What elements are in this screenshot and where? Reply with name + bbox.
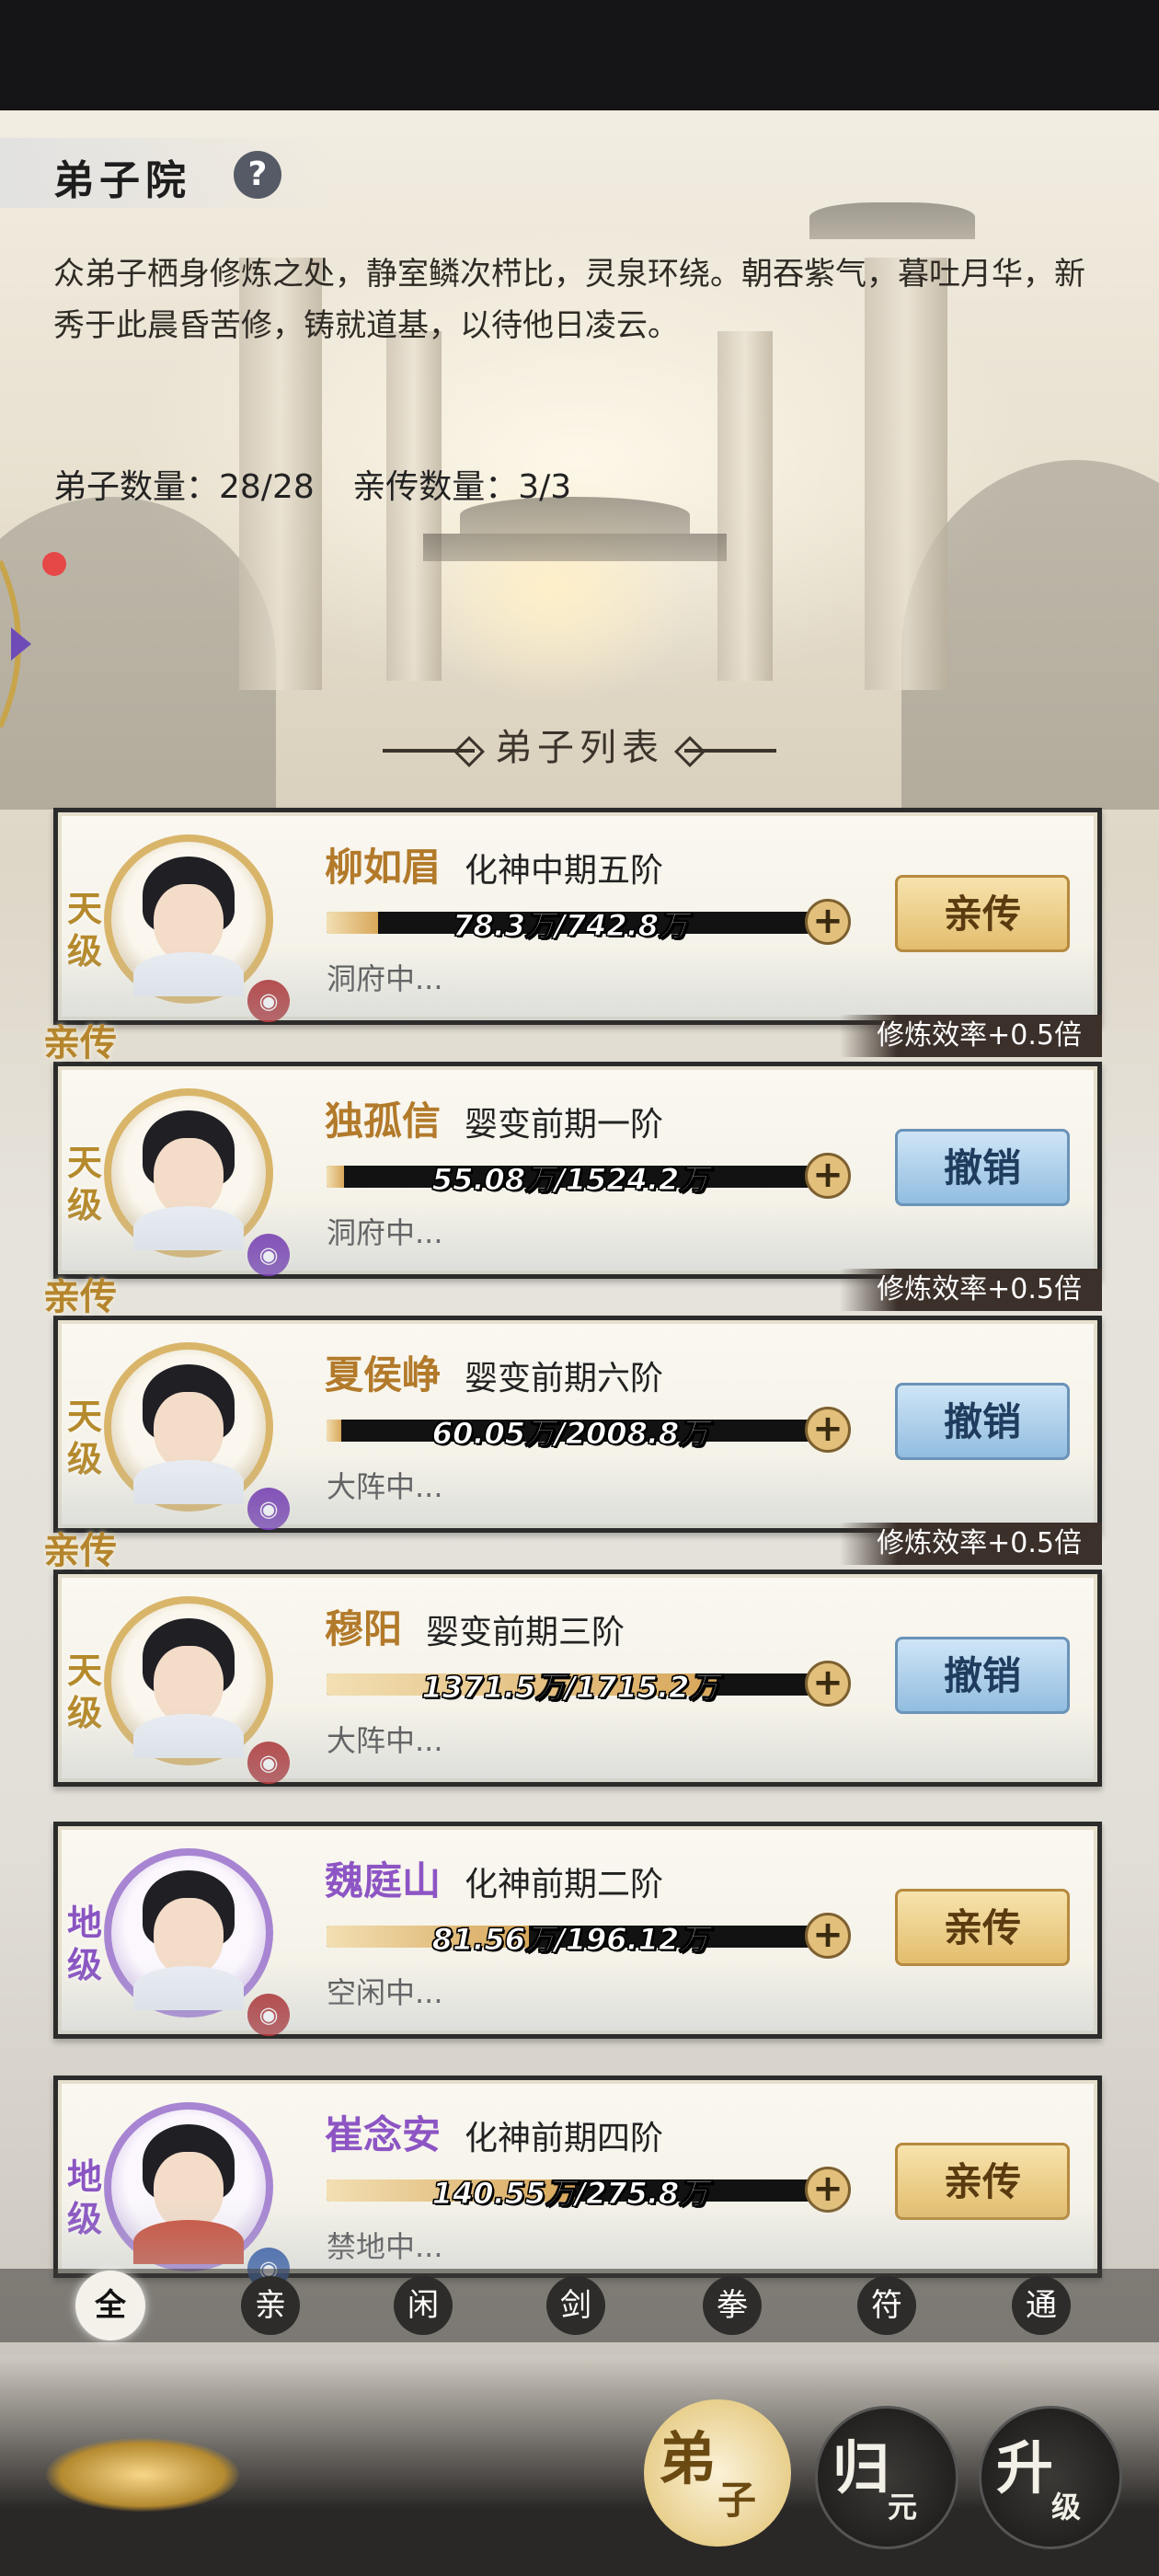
make-core-button[interactable]: 亲传 [895,2143,1070,2220]
grade-badge: 天级 [67,1650,103,1733]
list-header-label: 弟子列表 [495,727,664,769]
list-header: 弟子列表 [0,718,1159,771]
disciple-card[interactable]: 亲传 修炼效率+0.5倍 ◉ 天级 夏侯峥 婴变前期六阶 60.05万/2008… [43,1269,1102,1533]
filter-idle[interactable]: 闲 [394,2276,453,2335]
grade-badge: 天级 [67,888,103,972]
disciple-status: 洞府中... [327,961,443,996]
grade-badge: 天级 [67,1396,103,1479]
disciple-card[interactable]: 亲传 修炼效率+0.5倍 ◉ 天级 穆阳 婴变前期三阶 1371.5万/1715… [43,1523,1102,1787]
disciple-realm: 化神中期五阶 [465,852,664,890]
avatar[interactable]: ◉ [104,1342,290,1530]
add-cultivation-button[interactable]: + [805,899,851,945]
disciple-nav-label-small: 子 [717,2478,757,2523]
notification-dot [42,552,66,576]
core-disciple-tag: 亲传 [43,1529,117,1572]
add-cultivation-button[interactable]: + [805,1661,851,1707]
disciple-card[interactable]: 亲传 修炼效率+0.5倍 ◉ 天级 独孤信 婴变前期一阶 55.08万/1524… [43,1015,1102,1279]
element-icon: ◉ [247,1488,290,1530]
filter-general[interactable]: 通 [1012,2276,1071,2335]
side-panel-handle-icon[interactable] [0,552,40,736]
revoke-button[interactable]: 撤销 [895,1637,1070,1714]
disciple-realm: 婴变前期六阶 [465,1360,664,1397]
add-cultivation-button[interactable]: + [805,2167,851,2213]
ornament-right-icon [684,749,776,753]
disciple-name: 穆阳 [325,1606,403,1651]
core-disciple-count: 亲传数量：3/3 [352,468,572,506]
effect-badge: 修炼效率+0.5倍 [840,1015,1102,1057]
grade-badge: 地级 [67,2156,103,2239]
element-icon: ◉ [247,980,290,1022]
element-icon: ◉ [247,1234,290,1276]
disciple-name: 独孤信 [325,1098,442,1144]
disciple-nav-button[interactable]: 弟 子 [644,2399,791,2547]
top-status-area [0,0,1159,110]
disciple-realm: 婴变前期三阶 [426,1614,625,1651]
cultivation-progress-text: 140.55万/275.8万 [431,2176,709,2212]
disciple-status: 大阵中... [327,1469,443,1504]
core-disciple-tag: 亲传 [43,1021,117,1064]
disciple-realm: 婴变前期一阶 [465,1106,664,1144]
cultivation-progress-text: 78.3万/742.8万 [453,908,689,944]
disciple-card[interactable]: ◉ 地级 魏庭山 化神前期二阶 81.56万/196.12万 + 空闲中... … [53,1822,1102,2039]
cultivation-progress-text: 55.08万/1524.2万 [431,1162,709,1198]
grade-badge: 天级 [67,1142,103,1225]
counts-row: 弟子数量：28/28 亲传数量：3/3 [53,460,599,508]
disciple-nav-label-big: 弟 [659,2425,717,2492]
add-cultivation-button[interactable]: + [805,1153,851,1199]
page-description: 众弟子栖身修炼之处，静室鳞次栉比，灵泉环绕。朝吞紫气，暮吐月华，新秀于此晨昏苦修… [53,256,1085,344]
avatar[interactable]: ◉ [104,2102,290,2290]
revoke-button[interactable]: 撤销 [895,1129,1070,1206]
element-icon: ◉ [247,1742,290,1784]
avatar[interactable]: ◉ [104,1088,290,1276]
avatar[interactable]: ◉ [104,834,290,1022]
golden-swirl-decoration-icon [46,2438,239,2512]
filter-sword[interactable]: 剑 [546,2276,605,2335]
filter-all[interactable]: 全 [75,2271,145,2340]
return-nav-button[interactable]: 归 元 [815,2406,958,2549]
upgrade-nav-label-small: 级 [1051,2490,1082,2524]
help-icon[interactable]: ? [234,151,281,199]
return-nav-label-big: 归 [832,2434,890,2501]
upgrade-nav-button[interactable]: 升 级 [979,2406,1122,2549]
disciple-status: 洞府中... [327,1215,443,1250]
disciple-realm: 化神前期四阶 [465,2120,664,2157]
add-cultivation-button[interactable]: + [805,1407,851,1453]
add-cultivation-button[interactable]: + [805,1913,851,1959]
effect-badge: 修炼效率+0.5倍 [840,1523,1102,1565]
disciple-status: 空闲中... [327,1975,443,2010]
avatar[interactable]: ◉ [104,1596,290,1784]
avatar[interactable]: ◉ [104,1848,290,2036]
filter-talisman[interactable]: 符 [857,2276,916,2335]
disciple-name: 夏侯峥 [325,1352,442,1397]
disciple-name: 崔念安 [325,2112,442,2157]
revoke-button[interactable]: 撤销 [895,1383,1070,1460]
disciple-realm: 化神前期二阶 [465,1866,664,1903]
disciple-count: 弟子数量：28/28 [53,468,315,506]
disciple-name: 魏庭山 [325,1858,442,1903]
disciple-card[interactable]: ◉ 地级 崔念安 化神前期四阶 140.55万/275.8万 + 禁地中... … [53,2076,1102,2290]
disciple-card[interactable]: ◉ 天级 柳如眉 化神中期五阶 78.3万/742.8万 + 洞府中... 亲传 [53,808,1102,1025]
element-icon: ◉ [247,1994,290,2036]
return-nav-label-small: 元 [888,2490,918,2524]
ornament-left-icon [383,749,475,753]
effect-badge: 修炼效率+0.5倍 [840,1269,1102,1311]
page-title: 弟子院 [53,157,191,204]
disciple-status: 禁地中... [327,2229,443,2264]
make-core-button[interactable]: 亲传 [895,1889,1070,1966]
cultivation-progress-text: 60.05万/2008.8万 [431,1416,709,1452]
filter-core[interactable]: 亲 [241,2276,300,2335]
disciple-status: 大阵中... [327,1723,443,1758]
grade-badge: 地级 [67,1902,103,1985]
core-disciple-tag: 亲传 [43,1275,117,1318]
make-core-button[interactable]: 亲传 [895,875,1070,952]
cultivation-progress-text: 1371.5万/1715.2万 [421,1670,719,1706]
disciple-name: 柳如眉 [325,845,442,890]
cultivation-progress-text: 81.56万/196.12万 [431,1922,709,1958]
filter-fist[interactable]: 拳 [703,2276,762,2335]
upgrade-nav-label-big: 升 [996,2434,1054,2501]
